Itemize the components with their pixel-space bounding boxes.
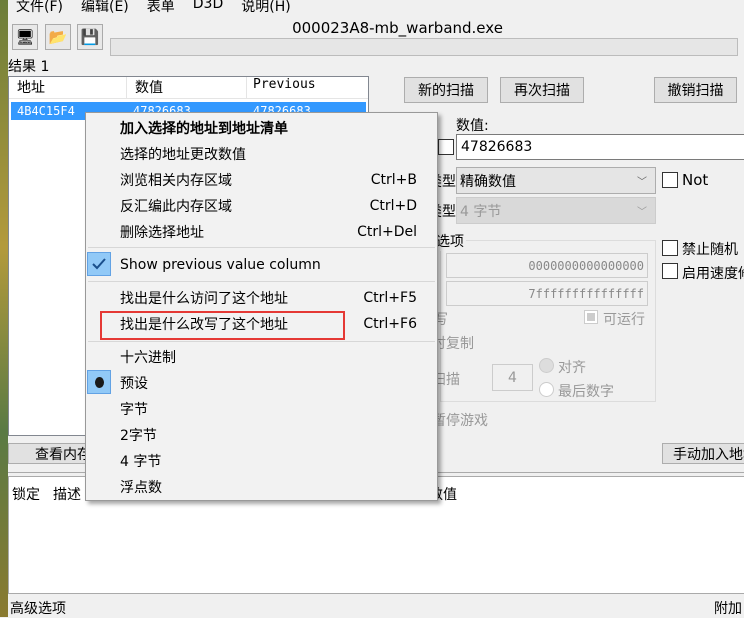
- table-extras[interactable]: 附加: [714, 598, 742, 618]
- open-folder-icon[interactable]: 📂: [45, 24, 71, 50]
- radio-bullet-icon: [87, 370, 111, 394]
- executable-checkbox[interactable]: [584, 310, 598, 324]
- menu-item-4byte[interactable]: 4 字节: [120, 449, 417, 473]
- check-icon: [87, 252, 111, 276]
- process-title: 000023A8-mb_warband.exe: [292, 19, 503, 37]
- menu-item-delete[interactable]: 删除选择地址 Ctrl+Del: [120, 220, 417, 244]
- start-address-input[interactable]: 0000000000000000: [446, 253, 648, 278]
- column-value[interactable]: 数值: [127, 77, 247, 98]
- undo-scan-button[interactable]: 撤销扫描: [654, 77, 737, 103]
- align-label: 对齐: [558, 360, 586, 376]
- column-address[interactable]: 地址: [9, 77, 127, 98]
- scan-progress-bar: [110, 38, 738, 56]
- not-label: Not: [682, 171, 709, 189]
- new-scan-button[interactable]: 新的扫描: [404, 77, 488, 103]
- chevron-down-icon: ﹀: [637, 207, 647, 218]
- menu-d3d[interactable]: D3D: [185, 0, 233, 16]
- menu-item-hex[interactable]: 十六进制: [120, 345, 417, 369]
- menu-table[interactable]: 表单: [139, 0, 185, 16]
- menu-item-add-to-list[interactable]: 加入选择的地址到地址清单: [120, 116, 417, 140]
- menu-item-find-access[interactable]: 找出是什么访问了这个地址 Ctrl+F5: [120, 286, 417, 310]
- menu-item-default[interactable]: 预设: [120, 371, 417, 395]
- last-digits-label: 最后数字: [558, 384, 614, 400]
- add-address-manually-button[interactable]: 手动加入地址: [662, 443, 744, 464]
- column-description[interactable]: 描述: [53, 484, 81, 504]
- not-checkbox[interactable]: [662, 172, 678, 188]
- menu-file[interactable]: 文件(F): [8, 0, 73, 16]
- context-menu: 加入选择的地址到地址清单 选择的地址更改数值 浏览相关内存区域 Ctrl+B 反汇…: [85, 112, 438, 501]
- save-icon[interactable]: 💾: [77, 24, 103, 50]
- executable-label: 可运行: [603, 312, 645, 328]
- stop-address-input[interactable]: 7fffffffffffffff: [446, 281, 648, 306]
- next-scan-button[interactable]: 再次扫描: [500, 77, 584, 103]
- last-digits-radio[interactable]: [539, 382, 554, 397]
- speedhack-label: 启用速度修改: [682, 266, 744, 282]
- menu-item-show-previous[interactable]: Show previous value column: [120, 253, 417, 277]
- disable-random-checkbox[interactable]: [662, 240, 678, 256]
- value-label: 数值:: [456, 118, 489, 134]
- menu-item-float[interactable]: 浮点数: [120, 475, 417, 499]
- menu-bar: 文件(F) 编辑(E) 表单 D3D 说明(H): [8, 0, 301, 16]
- speedhack-checkbox[interactable]: [662, 263, 678, 279]
- menu-item-browse-memory[interactable]: 浏览相关内存区域 Ctrl+B: [120, 168, 417, 192]
- value-input[interactable]: 47826683: [456, 134, 744, 160]
- column-previous[interactable]: Previous: [247, 77, 316, 98]
- menu-edit[interactable]: 编辑(E): [73, 0, 139, 16]
- highlight-box: [100, 311, 345, 340]
- open-process-icon[interactable]: 🖥: [12, 24, 38, 50]
- background-game-strip: [0, 0, 8, 617]
- value-type-select[interactable]: 4 字节 ﹀: [456, 197, 656, 224]
- advanced-options[interactable]: 高级选项: [10, 598, 66, 618]
- menu-help[interactable]: 说明(H): [233, 0, 300, 16]
- menu-item-disassemble[interactable]: 反汇编此内存区域 Ctrl+D: [120, 194, 417, 218]
- column-lock[interactable]: 锁定: [12, 484, 40, 504]
- menu-item-change-value[interactable]: 选择的地址更改数值: [120, 142, 417, 166]
- menu-item-byte[interactable]: 字节: [120, 397, 417, 421]
- align-radio[interactable]: [539, 358, 554, 373]
- scan-type-select[interactable]: 精确数值 ﹀: [456, 167, 656, 194]
- menu-item-2byte[interactable]: 2字节: [120, 423, 417, 447]
- chevron-down-icon: ﹀: [637, 177, 647, 188]
- results-count: 结果 1: [8, 59, 50, 75]
- fast-scan-input[interactable]: 4: [492, 364, 533, 391]
- disable-random-label: 禁止随机: [682, 242, 738, 258]
- hex-checkbox[interactable]: [438, 139, 454, 155]
